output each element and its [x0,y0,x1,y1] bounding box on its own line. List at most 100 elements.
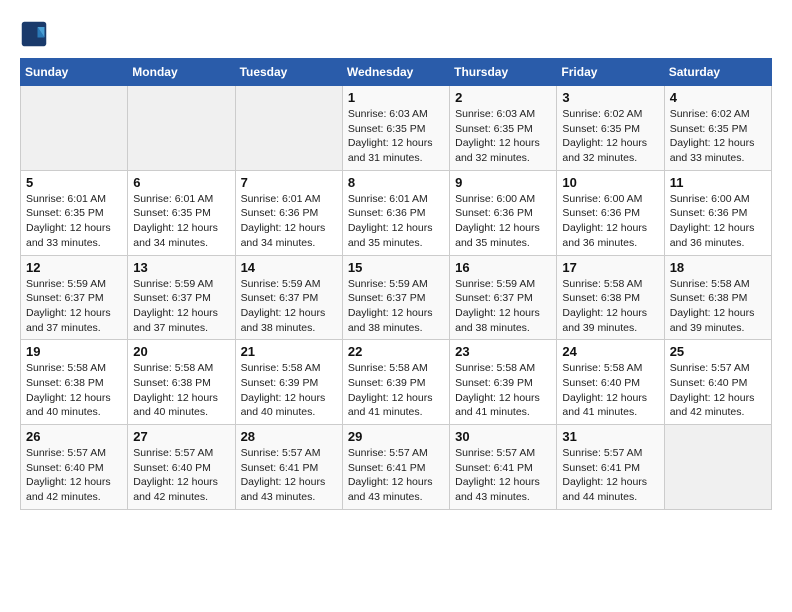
calendar-cell: 21 Sunrise: 5:58 AM Sunset: 6:39 PM Dayli… [235,340,342,425]
calendar-cell: 10Sunrise: 6:00 AM Sunset: 6:36 PM Dayli… [557,170,664,255]
weekday-header-sunday: Sunday [21,59,128,86]
calendar-cell: 20Sunrise: 5:58 AM Sunset: 6:38 PM Dayli… [128,340,235,425]
day-info: Sunrise: 5:58 AM Sunset: 6:39 PM Dayligh… [348,361,444,420]
weekday-header-thursday: Thursday [450,59,557,86]
calendar-cell [664,425,771,510]
day-info: Sunrise: 6:00 AM Sunset: 6:36 PM Dayligh… [670,192,766,251]
calendar-cell [21,86,128,171]
calendar-cell: 14 Sunrise: 5:59 AM Sunset: 6:37 PM Dayli… [235,255,342,340]
day-number: 4 [670,90,766,105]
day-info: Sunrise: 6:01 AM Sunset: 6:36 PM Dayligh… [241,192,337,251]
day-info: Sunrise: 5:57 AM Sunset: 6:41 PM Dayligh… [455,446,551,505]
day-number: 26 [26,429,122,444]
day-info: Sunrise: 5:58 AM Sunset: 6:38 PM Dayligh… [670,277,766,336]
day-info: Sunrise: 5:58 AM Sunset: 6:39 PM Dayligh… [455,361,551,420]
day-number: 12 [26,260,122,275]
calendar-cell: 2Sunrise: 6:03 AM Sunset: 6:35 PM Daylig… [450,86,557,171]
calendar-cell [235,86,342,171]
calendar-body: 1 Sunrise: 6:03 AM Sunset: 6:35 PM Daylig… [21,86,772,510]
day-info: Sunrise: 5:57 AM Sunset: 6:41 PM Dayligh… [348,446,444,505]
day-info: Sunrise: 5:57 AM Sunset: 6:41 PM Dayligh… [562,446,658,505]
calendar-table: SundayMondayTuesdayWednesdayThursdayFrid… [20,58,772,510]
logo [20,20,52,48]
day-number: 24 [562,344,658,359]
calendar-cell: 15 Sunrise: 5:59 AM Sunset: 6:37 PM Dayli… [342,255,449,340]
calendar-cell: 25Sunrise: 5:57 AM Sunset: 6:40 PM Dayli… [664,340,771,425]
day-info: Sunrise: 5:59 AM Sunset: 6:37 PM Dayligh… [455,277,551,336]
day-number: 16 [455,260,551,275]
calendar-cell: 5 Sunrise: 6:01 AM Sunset: 6:35 PM Daylig… [21,170,128,255]
calendar-cell: 18 Sunrise: 5:58 AM Sunset: 6:38 PM Dayli… [664,255,771,340]
calendar-week-2: 5 Sunrise: 6:01 AM Sunset: 6:35 PM Daylig… [21,170,772,255]
day-info: Sunrise: 6:00 AM Sunset: 6:36 PM Dayligh… [562,192,658,251]
calendar-cell: 27 Sunrise: 5:57 AM Sunset: 6:40 PM Dayli… [128,425,235,510]
calendar-cell [128,86,235,171]
day-number: 5 [26,175,122,190]
calendar-cell: 12 Sunrise: 5:59 AM Sunset: 6:37 PM Dayli… [21,255,128,340]
day-info: Sunrise: 5:59 AM Sunset: 6:37 PM Dayligh… [26,277,122,336]
day-number: 20 [133,344,229,359]
day-number: 6 [133,175,229,190]
day-number: 19 [26,344,122,359]
day-number: 29 [348,429,444,444]
day-info: Sunrise: 6:01 AM Sunset: 6:36 PM Dayligh… [348,192,444,251]
day-number: 7 [241,175,337,190]
day-info: Sunrise: 6:00 AM Sunset: 6:36 PM Dayligh… [455,192,551,251]
calendar-cell: 23 Sunrise: 5:58 AM Sunset: 6:39 PM Dayli… [450,340,557,425]
day-info: Sunrise: 5:58 AM Sunset: 6:39 PM Dayligh… [241,361,337,420]
calendar-week-1: 1 Sunrise: 6:03 AM Sunset: 6:35 PM Daylig… [21,86,772,171]
day-info: Sunrise: 6:02 AM Sunset: 6:35 PM Dayligh… [562,107,658,166]
day-number: 27 [133,429,229,444]
calendar-cell: 11Sunrise: 6:00 AM Sunset: 6:36 PM Dayli… [664,170,771,255]
calendar-cell: 29 Sunrise: 5:57 AM Sunset: 6:41 PM Dayli… [342,425,449,510]
calendar-cell: 19 Sunrise: 5:58 AM Sunset: 6:38 PM Dayli… [21,340,128,425]
day-number: 30 [455,429,551,444]
calendar-cell: 6Sunrise: 6:01 AM Sunset: 6:35 PM Daylig… [128,170,235,255]
day-info: Sunrise: 6:03 AM Sunset: 6:35 PM Dayligh… [348,107,444,166]
calendar-cell: 4Sunrise: 6:02 AM Sunset: 6:35 PM Daylig… [664,86,771,171]
day-number: 15 [348,260,444,275]
calendar-cell: 26 Sunrise: 5:57 AM Sunset: 6:40 PM Dayli… [21,425,128,510]
day-number: 3 [562,90,658,105]
calendar-cell: 24 Sunrise: 5:58 AM Sunset: 6:40 PM Dayli… [557,340,664,425]
calendar-cell: 16 Sunrise: 5:59 AM Sunset: 6:37 PM Dayli… [450,255,557,340]
day-number: 13 [133,260,229,275]
day-info: Sunrise: 5:58 AM Sunset: 6:38 PM Dayligh… [26,361,122,420]
weekday-header-wednesday: Wednesday [342,59,449,86]
page-header [20,20,772,48]
weekday-header-monday: Monday [128,59,235,86]
day-number: 25 [670,344,766,359]
day-info: Sunrise: 5:57 AM Sunset: 6:41 PM Dayligh… [241,446,337,505]
calendar-cell: 9 Sunrise: 6:00 AM Sunset: 6:36 PM Daylig… [450,170,557,255]
day-info: Sunrise: 6:01 AM Sunset: 6:35 PM Dayligh… [26,192,122,251]
calendar-cell: 3 Sunrise: 6:02 AM Sunset: 6:35 PM Daylig… [557,86,664,171]
weekday-row: SundayMondayTuesdayWednesdayThursdayFrid… [21,59,772,86]
weekday-header-saturday: Saturday [664,59,771,86]
day-number: 8 [348,175,444,190]
day-info: Sunrise: 5:59 AM Sunset: 6:37 PM Dayligh… [241,277,337,336]
calendar-cell: 28 Sunrise: 5:57 AM Sunset: 6:41 PM Dayli… [235,425,342,510]
calendar-week-5: 26 Sunrise: 5:57 AM Sunset: 6:40 PM Dayli… [21,425,772,510]
day-number: 2 [455,90,551,105]
calendar-cell: 31 Sunrise: 5:57 AM Sunset: 6:41 PM Dayli… [557,425,664,510]
weekday-header-friday: Friday [557,59,664,86]
day-number: 14 [241,260,337,275]
calendar-cell: 7 Sunrise: 6:01 AM Sunset: 6:36 PM Daylig… [235,170,342,255]
day-number: 22 [348,344,444,359]
day-number: 21 [241,344,337,359]
day-info: Sunrise: 5:57 AM Sunset: 6:40 PM Dayligh… [133,446,229,505]
day-info: Sunrise: 5:58 AM Sunset: 6:40 PM Dayligh… [562,361,658,420]
day-number: 31 [562,429,658,444]
day-number: 1 [348,90,444,105]
day-number: 17 [562,260,658,275]
day-info: Sunrise: 5:57 AM Sunset: 6:40 PM Dayligh… [26,446,122,505]
weekday-header-tuesday: Tuesday [235,59,342,86]
day-info: Sunrise: 5:58 AM Sunset: 6:38 PM Dayligh… [562,277,658,336]
day-number: 23 [455,344,551,359]
calendar-cell: 22 Sunrise: 5:58 AM Sunset: 6:39 PM Dayli… [342,340,449,425]
day-number: 28 [241,429,337,444]
day-info: Sunrise: 5:59 AM Sunset: 6:37 PM Dayligh… [348,277,444,336]
day-number: 9 [455,175,551,190]
day-number: 18 [670,260,766,275]
calendar-cell: 30 Sunrise: 5:57 AM Sunset: 6:41 PM Dayli… [450,425,557,510]
